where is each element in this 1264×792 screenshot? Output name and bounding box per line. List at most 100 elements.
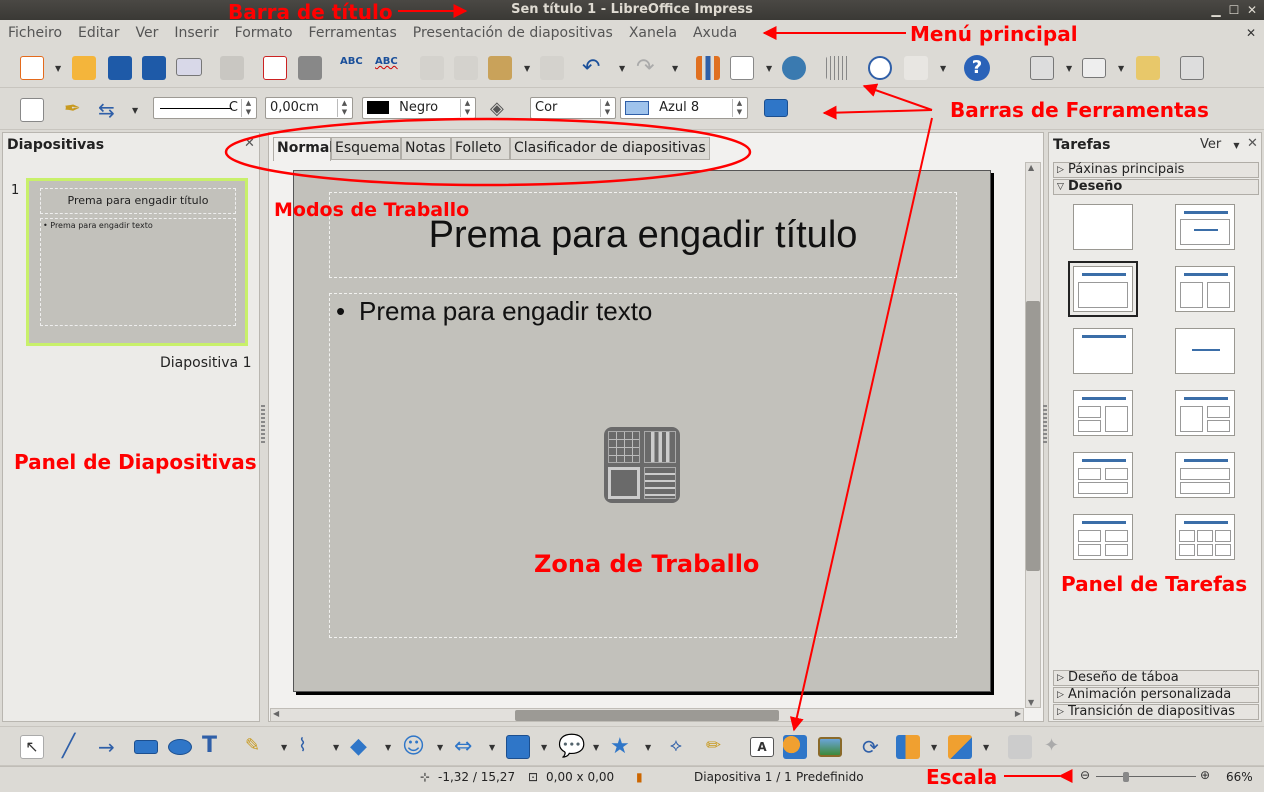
vertical-scroll-thumb[interactable] [1026,301,1040,571]
menu-inserir[interactable]: Inserir [174,25,218,41]
line-tool-icon[interactable]: ╱ [62,735,86,759]
print-icon[interactable] [298,56,322,80]
line-width-spinner[interactable]: ▲ ▼ [337,99,351,117]
tasks-view-menu[interactable]: Ver ▼ [1200,137,1240,152]
insert-image-icon-center[interactable] [608,467,640,499]
menu-presentacion[interactable]: Presentación de diapositivas [413,25,613,41]
curve-dropdown-icon[interactable]: ▼ [281,743,287,752]
line-icon[interactable]: ✒ [64,96,88,120]
paste-icon[interactable] [488,56,512,80]
layout-blank[interactable] [1073,204,1133,250]
email-icon[interactable] [176,58,202,76]
horizontal-scrollbar[interactable]: ◀ ▶ [270,708,1024,722]
layout-title-two-content[interactable] [1175,266,1235,312]
tab-notas[interactable]: Notas [401,137,451,160]
flowchart-icon[interactable] [506,735,530,759]
area-style-arrow[interactable]: ▲ ▼ [600,99,614,117]
select-arrow-icon[interactable]: ↖ [20,735,44,759]
ellipse-tool-icon[interactable] [168,739,192,755]
menu-xanela[interactable]: Xanela [629,25,677,41]
slide-thumbnail[interactable]: Prema para engadir título • Prema para e… [26,178,248,346]
line-width-input[interactable]: 0,00cm ▲ ▼ [265,97,353,119]
style-icon[interactable] [20,98,44,122]
insert-table-icon-center[interactable] [608,431,640,463]
minimize-icon[interactable]: ▁ [1208,2,1224,18]
scroll-down-icon[interactable]: ▼ [1028,698,1034,707]
insert-image-icon[interactable] [818,737,842,757]
navigator-icon[interactable] [868,56,892,80]
arrange-dropdown-icon[interactable]: ▼ [983,743,989,752]
right-splitter[interactable] [1043,405,1047,445]
zoom-out-icon[interactable]: ⊖ [1080,768,1090,782]
line-color-arrow[interactable]: ▲ ▼ [460,99,474,117]
menu-editar[interactable]: Editar [78,25,119,41]
flowchart-dropdown-icon[interactable]: ▼ [541,743,547,752]
block-arrows-dropdown-icon[interactable]: ▼ [489,743,495,752]
block-arrows-icon[interactable]: ⇔ [454,735,478,759]
menu-axuda[interactable]: Axuda [693,25,737,41]
maximize-icon[interactable]: ☐ [1226,2,1242,18]
layout-title-content-2content[interactable] [1175,390,1235,436]
zoom-pan-icon[interactable] [904,56,928,80]
points-icon[interactable]: ⟡ [670,735,694,759]
menu-ferramentas[interactable]: Ferramentas [309,25,397,41]
arrow-dropdown-icon[interactable]: ▼ [132,106,138,115]
edit-file-icon[interactable] [220,56,244,80]
area-color-select[interactable]: Azul 8 ▲ ▼ [620,97,748,119]
stars-dropdown-icon[interactable]: ▼ [645,743,651,752]
horizontal-scroll-thumb[interactable] [515,710,779,721]
slide-canvas[interactable]: Prema para engadir título • Prema para e… [293,170,991,692]
layout-centered-text[interactable] [1175,328,1235,374]
menu-ver[interactable]: Ver [135,25,158,41]
help-icon[interactable]: ? [964,55,990,81]
undo-icon[interactable]: ↶ [582,56,606,80]
textbox-icon[interactable]: A [750,737,774,757]
area-color-arrow[interactable]: ▲ ▼ [732,99,746,117]
section-table-design[interactable]: ▷ Deseño de táboa [1053,670,1259,686]
tasks-panel-close-icon[interactable]: ✕ [1247,136,1258,151]
spellcheck-icon[interactable]: ABC [340,56,364,80]
align-dropdown-icon[interactable]: ▼ [931,743,937,752]
doc-modified-icon[interactable]: ▮ [636,768,643,786]
arrange-icon[interactable] [948,735,972,759]
menu-formato[interactable]: Formato [235,25,293,41]
gallery-icon[interactable] [783,735,807,759]
layout-title-6content[interactable] [1175,514,1235,560]
layout-title-2content-over[interactable] [1073,452,1133,498]
section-layouts[interactable]: ▽ Deseño [1053,179,1259,195]
table-dropdown-icon[interactable]: ▼ [766,64,772,73]
cut-icon[interactable] [420,56,444,80]
connector-dropdown-icon[interactable]: ▼ [333,743,339,752]
text-tool-icon[interactable]: T [202,733,226,758]
layout-title-content[interactable] [1068,261,1138,317]
insert-chart-icon-center[interactable] [644,431,676,463]
zoom-handle[interactable] [1123,772,1129,782]
layout-title-2content-content[interactable] [1073,390,1133,436]
slide-design-icon[interactable] [1136,56,1160,80]
save-icon[interactable] [108,56,132,80]
stars-icon[interactable]: ★ [610,735,634,759]
new-slide-icon[interactable] [1030,56,1054,80]
slide-dropdown-icon[interactable]: ▼ [1066,64,1072,73]
rectangle-tool-icon[interactable] [134,740,158,754]
autospellcheck-icon[interactable]: ABC [375,56,399,80]
layout-title-only-content[interactable] [1175,204,1235,250]
line-style-arrow[interactable]: ▲ ▼ [241,99,255,117]
insert-table-icon[interactable] [730,56,754,80]
extrusion-icon[interactable] [1008,735,1032,759]
tab-normal[interactable]: Normal [273,137,334,161]
symbol-shapes-icon[interactable]: ☺ [402,735,426,759]
arrow-tool-icon[interactable]: → [98,735,122,759]
line-style-select[interactable]: C ▲ ▼ [153,97,257,119]
shadow-icon[interactable] [764,99,788,117]
section-master-pages[interactable]: ▷ Páxinas principais [1053,162,1259,178]
left-splitter[interactable] [261,405,265,445]
callouts-icon[interactable]: 💬 [558,735,585,759]
line-color-select[interactable]: Negro ▲ ▼ [362,97,476,119]
basic-shapes-dropdown-icon[interactable]: ▼ [385,743,391,752]
close-window-icon[interactable]: ✕ [1244,2,1260,18]
vertical-scrollbar[interactable]: ▲ ▼ [1025,162,1041,708]
save-as-icon[interactable] [142,56,166,80]
hyperlink-icon[interactable] [782,56,806,80]
slide-layout-icon[interactable] [1082,58,1106,78]
